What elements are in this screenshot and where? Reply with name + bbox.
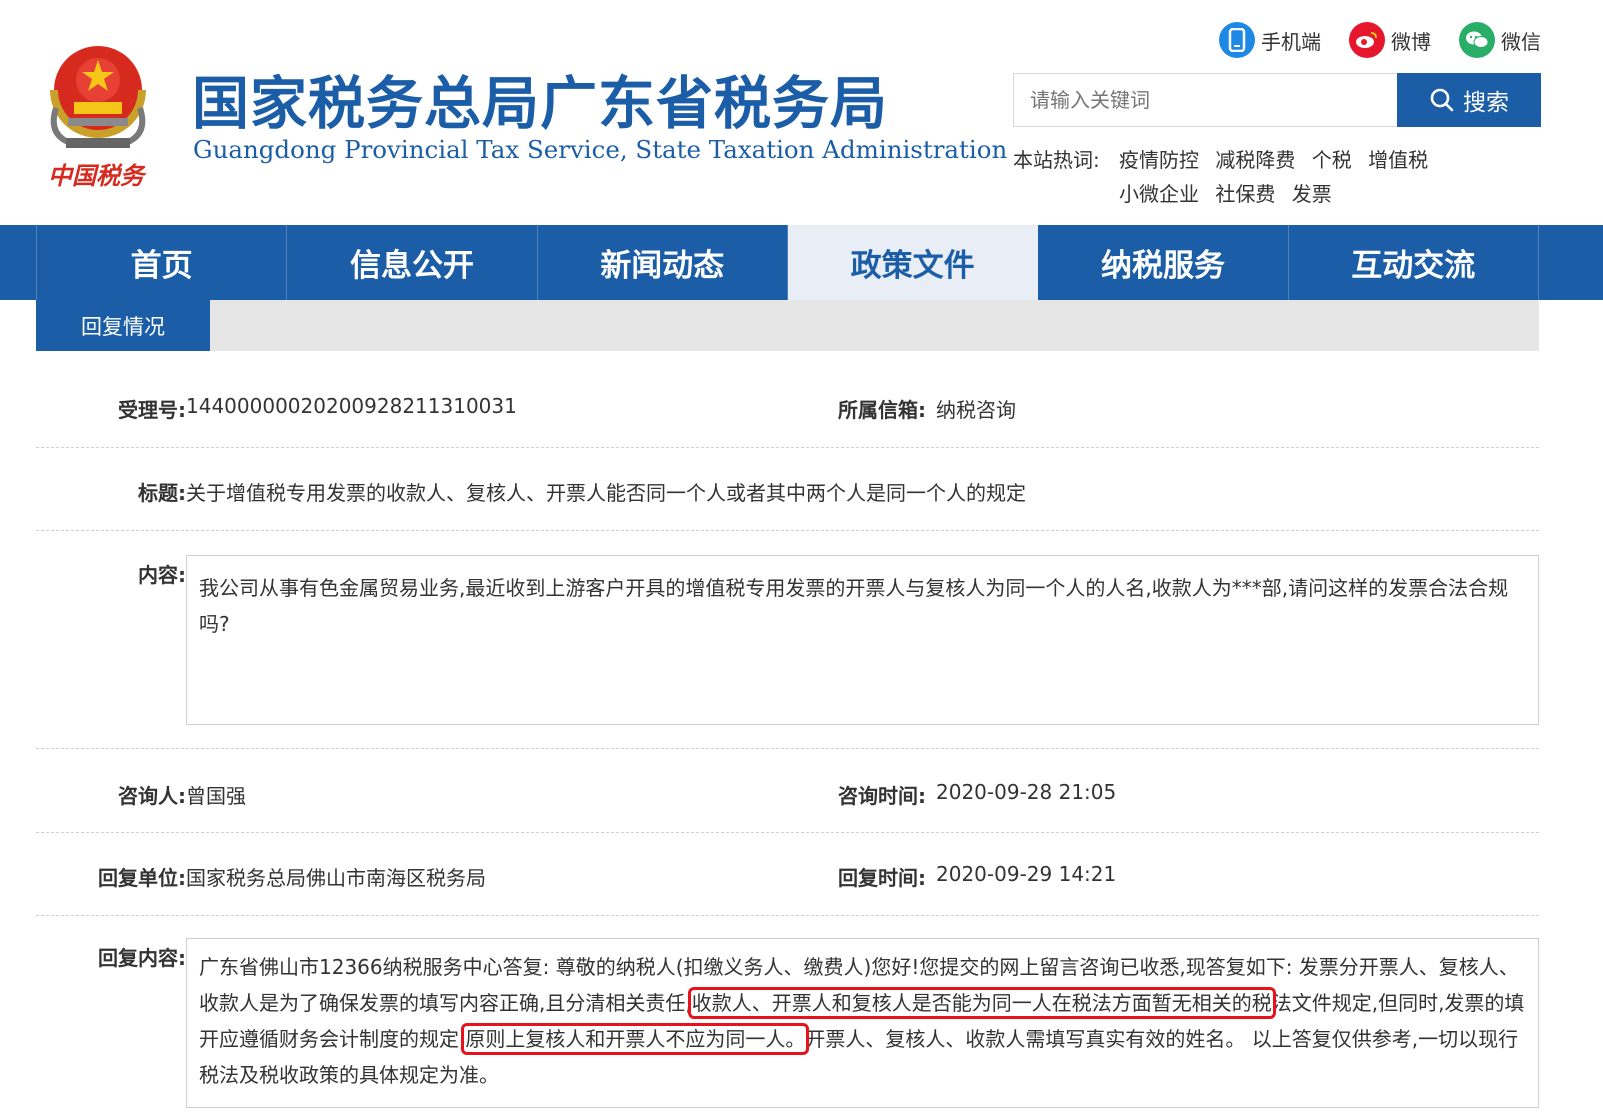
mailbox-label: 所属信箱: — [838, 398, 926, 422]
reply-unit-label: 回复单位: — [98, 866, 186, 890]
row-title: 标题: 关于增值税专用发票的收款人、复核人、开票人能否同一个人或者其中两个人是同… — [36, 448, 1539, 531]
row-content: 内容: 我公司从事有色金属贸易业务,最近收到上游客户开具的增值税专用发票的开票人… — [36, 531, 1539, 749]
asker-value: 曾国强 — [186, 784, 246, 808]
sub-tab-bar: 回复情况 — [36, 300, 1539, 351]
content-box: 我公司从事有色金属贸易业务,最近收到上游客户开具的增值税专用发票的开票人与复核人… — [186, 555, 1539, 725]
accept-no-label: 受理号: — [118, 398, 186, 422]
hot-word[interactable]: 发票 — [1292, 177, 1332, 211]
weibo-icon — [1349, 22, 1385, 58]
nav-news[interactable]: 新闻动态 — [538, 225, 788, 300]
asker-label: 咨询人: — [118, 784, 186, 808]
title-label: 标题: — [138, 481, 186, 505]
reply-time-label: 回复时间: — [838, 866, 926, 890]
nav-policy[interactable]: 政策文件 — [787, 225, 1039, 300]
nav-home[interactable]: 首页 — [36, 225, 288, 300]
search-button-label: 搜索 — [1463, 90, 1509, 116]
hot-word[interactable]: 减税降费 — [1215, 143, 1295, 177]
ask-time-label: 咨询时间: — [838, 784, 926, 808]
social-links: 手机端 微博 微信 — [1219, 22, 1541, 58]
hot-word[interactable]: 增值税 — [1368, 143, 1428, 177]
site-title[interactable]: 国家税务总局广东省税务局 — [192, 58, 888, 140]
accept-no-value: 14400000020200928211310031 — [186, 394, 517, 418]
search-input[interactable] — [1013, 73, 1397, 127]
content-text: 我公司从事有色金属贸易业务,最近收到上游客户开具的增值税专用发票的开票人与复核人… — [199, 576, 1509, 636]
content-label: 内容: — [138, 563, 186, 587]
site-subtitle: Guangdong Provincial Tax Service, State … — [193, 135, 1008, 164]
nav-interaction[interactable]: 互动交流 — [1289, 225, 1539, 300]
social-label: 微信 — [1501, 29, 1541, 54]
wechat-icon — [1459, 22, 1495, 58]
nav-info-disclosure[interactable]: 信息公开 — [287, 225, 538, 300]
search-bar: 搜索 — [1013, 73, 1541, 127]
social-label: 微博 — [1391, 29, 1431, 54]
mailbox-value: 纳税咨询 — [936, 398, 1016, 422]
row-accept-no: 受理号: 14400000020200928211310031 所属信箱: 纳税… — [36, 364, 1539, 448]
reply-content-label: 回复内容: — [98, 946, 186, 970]
nav-tax-service[interactable]: 纳税服务 — [1038, 225, 1289, 300]
mobile-icon — [1219, 22, 1255, 58]
reply-unit-value: 国家税务总局佛山市南海区税务局 — [186, 866, 486, 890]
main-nav: 首页 信息公开 新闻动态 政策文件 纳税服务 互动交流 — [0, 225, 1603, 300]
row-asker: 咨询人: 曾国强 咨询时间: 2020-09-28 21:05 — [36, 749, 1539, 833]
hot-word[interactable]: 疫情防控 — [1119, 143, 1199, 177]
search-button[interactable]: 搜索 — [1397, 73, 1541, 127]
ask-time-value: 2020-09-28 21:05 — [936, 780, 1117, 804]
emblem-caption: 中国税务 — [48, 161, 144, 190]
social-label: 手机端 — [1261, 29, 1321, 54]
hot-words: 本站热词: 疫情防控 减税降费 个税 增值税 小微企业 社保费 发票 — [1013, 143, 1533, 211]
title-value: 关于增值税专用发票的收款人、复核人、开票人能否同一个人或者其中两个人是同一个人的… — [186, 481, 1026, 505]
social-link-weibo[interactable]: 微博 — [1349, 22, 1431, 58]
hot-word[interactable]: 社保费 — [1215, 177, 1275, 211]
hot-words-label: 本站热词: — [1013, 148, 1100, 172]
search-icon — [1430, 88, 1454, 112]
row-reply-unit: 回复单位: 国家税务总局佛山市南海区税务局 回复时间: 2020-09-29 1… — [36, 833, 1539, 916]
highlight-box: 原则上复核人和开票人不应为同一人。 — [461, 1023, 810, 1055]
highlight-box: 收款人、开票人和复核人是否能为同一人在税法方面暂无相关的税 — [687, 987, 1276, 1019]
tax-emblem-logo[interactable]: 中国税务 — [38, 38, 158, 198]
hot-word[interactable]: 小微企业 — [1119, 177, 1199, 211]
reply-time-value: 2020-09-29 14:21 — [936, 862, 1117, 886]
hot-word[interactable]: 个税 — [1312, 143, 1352, 177]
reply-content-box: 广东省佛山市12366纳税服务中心答复: 尊敬的纳税人(扣缴义务人、缴费人)您好… — [186, 938, 1539, 1108]
tab-reply-status[interactable]: 回复情况 — [36, 300, 210, 351]
header: 中国税务 国家税务总局广东省税务局 Guangdong Provincial T… — [0, 0, 1603, 225]
social-link-wechat[interactable]: 微信 — [1459, 22, 1541, 58]
social-link-mobile[interactable]: 手机端 — [1219, 22, 1321, 58]
row-reply-content: 回复内容: 广东省佛山市12366纳税服务中心答复: 尊敬的纳税人(扣缴义务人、… — [36, 916, 1539, 1118]
